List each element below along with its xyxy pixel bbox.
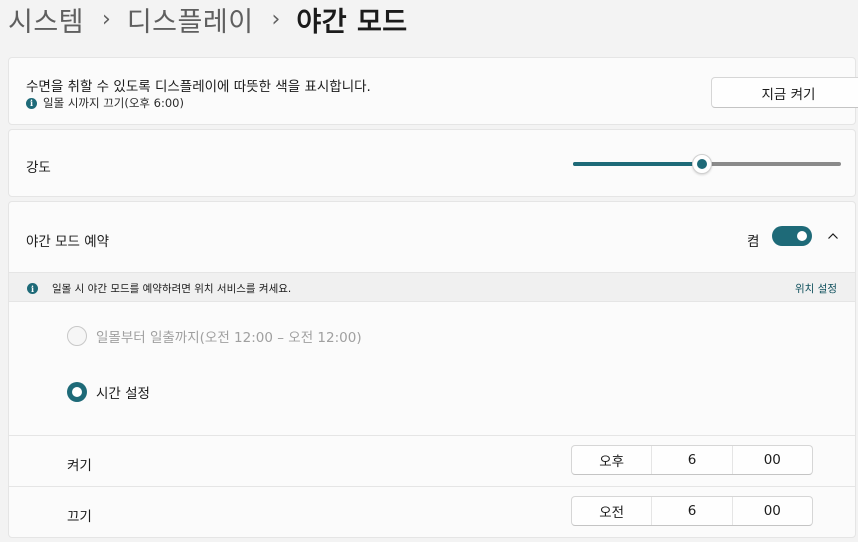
night-light-status: i 일몰 시까지 끄기(오후 6:00) bbox=[26, 95, 184, 111]
radio-button bbox=[67, 326, 87, 346]
night-light-status-text: 일몰 시까지 끄기(오후 6:00) bbox=[43, 96, 184, 110]
slider-track-fill bbox=[573, 162, 702, 166]
night-light-description: 수면을 취할 수 있도록 디스플레이에 따뜻한 색을 표시합니다. bbox=[26, 79, 371, 95]
time-minute[interactable]: 00 bbox=[733, 497, 812, 525]
radio-set-hours[interactable]: 시간 설정 bbox=[67, 382, 150, 402]
location-settings-link[interactable]: 위치 설정 bbox=[795, 281, 837, 296]
location-info-bar: i 일몰 시 야간 모드를 예약하려면 위치 서비스를 켜세요. 위치 설정 bbox=[9, 272, 855, 302]
strength-label: 강도 bbox=[26, 160, 51, 176]
radio-label: 일몰부터 일출까지(오전 12:00 – 오전 12:00) bbox=[96, 330, 362, 346]
schedule-label: 야간 모드 예약 bbox=[26, 234, 110, 250]
divider bbox=[9, 435, 855, 436]
turn-on-time-picker[interactable]: 오후 6 00 bbox=[571, 445, 813, 475]
breadcrumb-item-display[interactable]: 디스플레이 bbox=[127, 0, 254, 39]
time-period[interactable]: 오후 bbox=[572, 446, 653, 474]
toggle-state-label: 켬 bbox=[747, 234, 760, 250]
time-hour[interactable]: 6 bbox=[652, 497, 733, 525]
radio-sunset-to-sunrise: 일몰부터 일출까지(오전 12:00 – 오전 12:00) bbox=[67, 326, 362, 346]
location-info-text: 일몰 시 야간 모드를 예약하려면 위치 서비스를 켜세요. bbox=[52, 283, 292, 295]
radio-button[interactable] bbox=[67, 382, 87, 402]
schedule-card: 야간 모드 예약 켬 i 일몰 시 야간 모드를 예약하려면 위치 서비스를 켜… bbox=[8, 201, 856, 538]
toggle-knob bbox=[797, 231, 807, 241]
breadcrumb-separator-icon: › bbox=[102, 6, 111, 32]
radio-label: 시간 설정 bbox=[96, 386, 150, 402]
strength-card: 강도 bbox=[8, 129, 856, 197]
schedule-toggle[interactable] bbox=[772, 226, 812, 246]
turn-on-now-button[interactable]: 지금 켜기 bbox=[711, 77, 858, 108]
breadcrumb-separator-icon: › bbox=[271, 6, 281, 32]
turn-on-label: 켜기 bbox=[67, 458, 92, 474]
divider bbox=[9, 486, 855, 487]
info-icon: i bbox=[26, 97, 37, 109]
time-period[interactable]: 오전 bbox=[572, 497, 653, 525]
time-minute[interactable]: 00 bbox=[733, 446, 812, 474]
schedule-header[interactable]: 야간 모드 예약 켬 bbox=[9, 202, 855, 272]
page-title: 야간 모드 bbox=[296, 6, 408, 38]
night-light-status-card: 수면을 취할 수 있도록 디스플레이에 따뜻한 색을 표시합니다. i 일몰 시… bbox=[8, 57, 858, 125]
breadcrumb-item-system[interactable]: 시스템 bbox=[8, 0, 84, 39]
breadcrumb: 시스템 › 디스플레이 › 야간 모드 bbox=[8, 0, 408, 38]
time-hour[interactable]: 6 bbox=[652, 446, 733, 474]
slider-thumb[interactable] bbox=[691, 154, 712, 174]
chevron-up-icon[interactable] bbox=[827, 230, 839, 242]
strength-slider[interactable] bbox=[573, 154, 841, 174]
turn-off-time-picker[interactable]: 오전 6 00 bbox=[571, 496, 813, 526]
info-icon: i bbox=[27, 283, 38, 294]
turn-off-label: 끄기 bbox=[67, 509, 92, 525]
